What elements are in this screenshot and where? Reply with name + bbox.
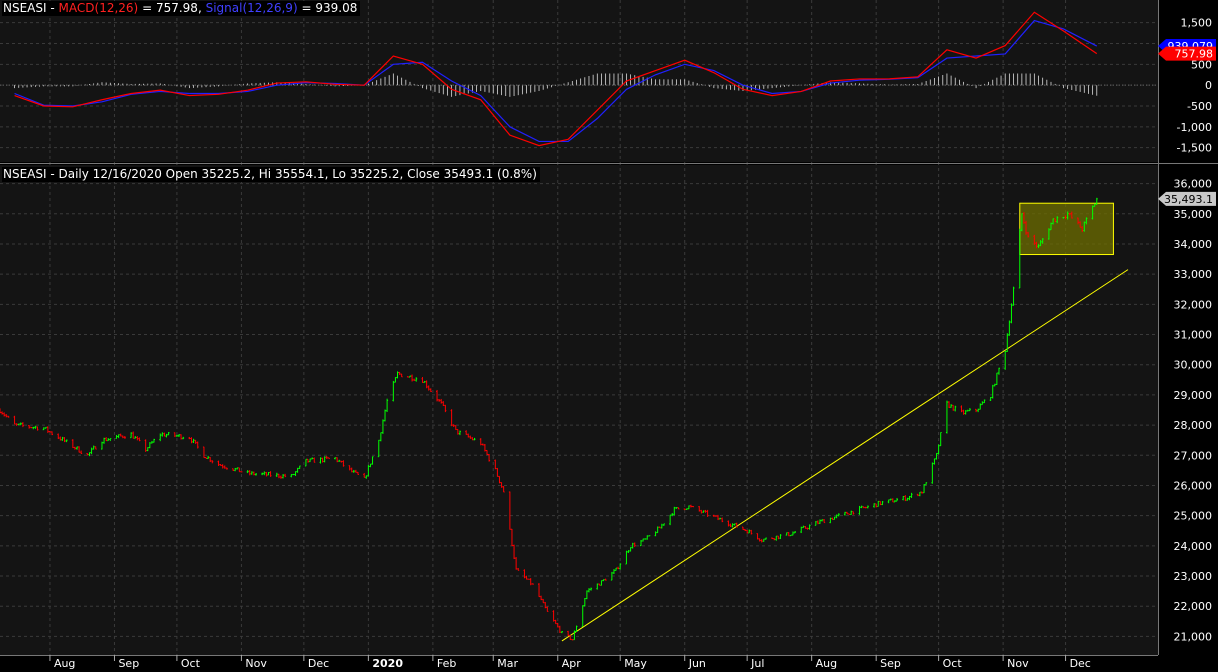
- x-tick-label: Aug: [816, 657, 837, 670]
- price-y-tick-label: 28,000: [1174, 419, 1213, 432]
- price-y-tick-label: 35,000: [1174, 208, 1213, 221]
- macd-area: [0, 0, 1158, 162]
- macd-panel: [0, 0, 1158, 162]
- x-tick-label: Oct: [181, 657, 201, 670]
- x-tick-label: Aug: [54, 657, 75, 670]
- price-y-tick-label: 21,000: [1174, 630, 1213, 643]
- macd-label: MACD(12,26): [58, 1, 139, 15]
- x-tick-label: Sep: [118, 657, 139, 670]
- x-tick-label: May: [624, 657, 647, 670]
- macd-eq: =: [142, 1, 153, 15]
- price-y-tick-label: 27,000: [1174, 449, 1213, 462]
- x-tick-label: Apr: [562, 657, 582, 670]
- macd-y-tick-label: 1,500: [1181, 17, 1213, 30]
- x-tick-label: Oct: [943, 657, 963, 670]
- signal-value: 939.08: [315, 1, 358, 15]
- macd-title: NSEASI - MACD(12,26) = 757.98, Signal(12…: [2, 1, 361, 16]
- price-y-tick-label: 30,000: [1174, 359, 1213, 372]
- macd-sep: -: [50, 1, 55, 15]
- price-y-tick-label: 26,000: [1174, 479, 1213, 492]
- x-tick-label: 2020: [372, 657, 403, 670]
- consolidation-box: [1019, 202, 1114, 256]
- x-tick-label: Nov: [245, 657, 267, 670]
- macd-badge: 757.98: [1158, 46, 1216, 61]
- last-price-badge-text: 35,493.1: [1164, 193, 1213, 206]
- macd-y-tick-label: -1,000: [1177, 121, 1212, 134]
- macd-y-tick-label: -1,500: [1177, 142, 1212, 155]
- price-y-tick-label: 36,000: [1174, 178, 1213, 191]
- price-y-tick-label: 23,000: [1174, 570, 1213, 583]
- x-tick-label: Sep: [880, 657, 901, 670]
- signal-eq: =: [301, 1, 312, 15]
- x-tick-label: Feb: [437, 657, 456, 670]
- price-y-tick-label: 31,000: [1174, 329, 1213, 342]
- x-tick-label: Jun: [688, 657, 706, 670]
- price-y-tick-label: 29,000: [1174, 389, 1213, 402]
- macd-value: 757.98: [155, 1, 198, 15]
- chart-canvas: 1,5001,0005000-500-1,000-1,50021,00022,0…: [0, 0, 1218, 672]
- macd-badge-text: 757.98: [1175, 48, 1214, 61]
- macd-y-tick-label: 0: [1205, 79, 1212, 92]
- price-y-tick-label: 33,000: [1174, 268, 1213, 281]
- x-tick-label: Dec: [1070, 657, 1091, 670]
- price-area: [0, 165, 1158, 655]
- price-y-tick-label: 22,000: [1174, 600, 1213, 613]
- x-tick-label: Mar: [497, 657, 518, 670]
- price-y-tick-label: 32,000: [1174, 298, 1213, 311]
- signal-label: Signal(12,26,9): [205, 1, 298, 15]
- price-y-tick-label: 34,000: [1174, 238, 1213, 251]
- x-tick-label: Dec: [308, 657, 329, 670]
- last-price-badge: 35,493.1: [1158, 191, 1216, 206]
- price-panel: [0, 165, 1158, 655]
- price-y-tick-label: 24,000: [1174, 540, 1213, 553]
- x-tick-label: Nov: [1007, 657, 1029, 670]
- price-title: NSEASI - Daily 12/16/2020 Open 35225.2, …: [2, 167, 540, 182]
- price-y-tick-label: 25,000: [1174, 510, 1213, 523]
- macd-symbol: NSEASI: [3, 1, 47, 15]
- x-tick-label: Jul: [750, 657, 764, 670]
- macd-y-tick-label: -500: [1187, 100, 1212, 113]
